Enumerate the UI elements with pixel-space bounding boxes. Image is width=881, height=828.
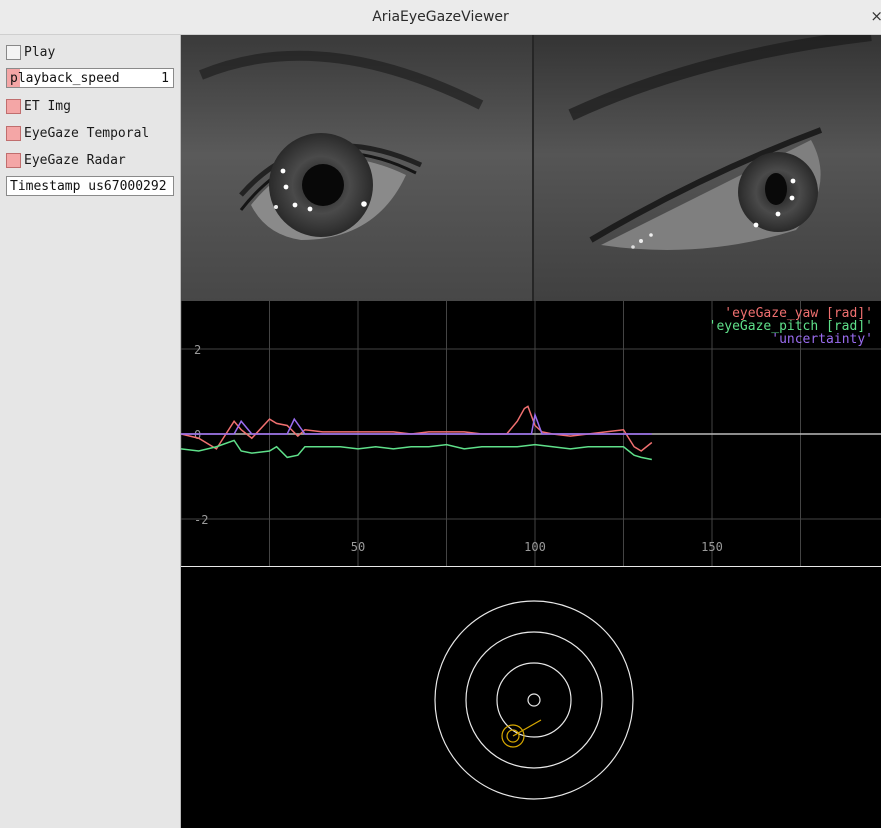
temporal-chart: 050100150-202'eyeGaze_yaw [rad]''eyeGaze… (181, 301, 881, 566)
right-pupil (765, 173, 787, 205)
radar-ring-outer (434, 600, 634, 800)
eye-camera-image (181, 35, 881, 301)
eyegaze-radar-view (181, 567, 881, 828)
playback-speed-label: playback_speed (10, 70, 120, 86)
x-tick-label: 50 (351, 540, 365, 554)
y-tick-label: -2 (194, 513, 208, 527)
play-toggle[interactable]: Play (6, 43, 55, 61)
pitch-line (181, 439, 652, 461)
left-pupil (302, 164, 344, 206)
timestamp-value: Timestamp us67000292 (10, 178, 167, 194)
et-img-label: ET Img (24, 98, 71, 114)
play-label: Play (24, 44, 56, 60)
eyegaze-temporal-checkbox[interactable] (6, 125, 21, 141)
gaze-marker (501, 719, 542, 748)
eyegaze-radar-toggle[interactable]: EyeGaze Radar (6, 151, 126, 169)
timestamp-field[interactable]: Timestamp us67000292 (6, 176, 174, 196)
et-image-view (181, 35, 881, 301)
et-img-toggle[interactable]: ET Img (6, 97, 71, 115)
radar-ring-middle (465, 631, 603, 769)
eyegaze-temporal-label: EyeGaze Temporal (24, 125, 150, 141)
eyegaze-temporal-toggle[interactable]: EyeGaze Temporal (6, 124, 149, 142)
uncertainty-line (181, 412, 652, 435)
radar-center (527, 693, 541, 707)
eyegaze-temporal-plot: 050100150-202'eyeGaze_yaw [rad]''eyeGaze… (181, 301, 881, 566)
eyegaze-radar-checkbox[interactable] (6, 152, 21, 168)
control-panel: Play playback_speed 1 ET Img EyeGaze Tem… (0, 35, 181, 828)
radar-chart (434, 600, 634, 800)
title-bar: AriaEyeGazeViewer × (0, 0, 881, 35)
play-checkbox[interactable] (6, 44, 21, 60)
window-title: AriaEyeGazeViewer (372, 9, 509, 25)
x-tick-label: 150 (701, 540, 723, 554)
et-img-checkbox[interactable] (6, 98, 21, 114)
x-tick-label: 100 (524, 540, 546, 554)
y-tick-label: 2 (194, 343, 201, 357)
eyegaze-radar-label: EyeGaze Radar (24, 152, 126, 168)
playback-speed-value: 1 (161, 70, 169, 86)
close-icon[interactable]: × (870, 7, 881, 25)
yaw-line (181, 405, 653, 452)
playback-speed-slider[interactable]: playback_speed 1 (6, 68, 174, 88)
legend-entry: 'uncertainty' (771, 332, 873, 347)
